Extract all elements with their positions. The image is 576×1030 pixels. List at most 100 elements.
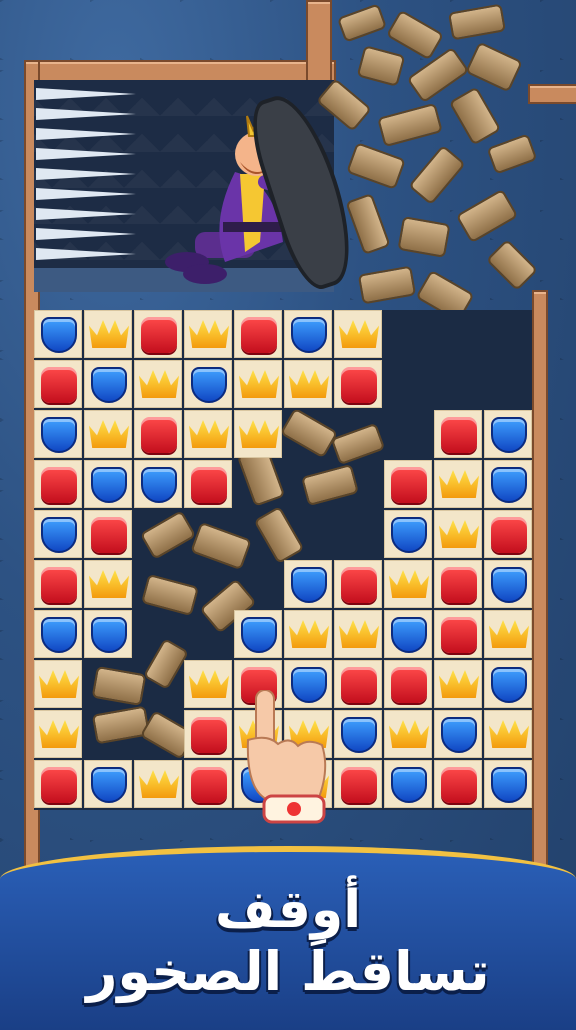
- board-cell[interactable]: [134, 310, 182, 358]
- board-cell[interactable]: [484, 410, 532, 458]
- gold-crown-icon: [189, 320, 229, 348]
- board-cell[interactable]: [434, 460, 482, 508]
- board-cell[interactable]: [34, 310, 82, 358]
- board-cell[interactable]: [434, 610, 482, 658]
- blue-shield-icon: [141, 467, 177, 503]
- board-cell[interactable]: [184, 310, 232, 358]
- banner-title-line2: تساقطَ الصخور: [86, 940, 490, 1003]
- board-cell[interactable]: [34, 710, 82, 758]
- red-gem-icon: [341, 667, 377, 703]
- board-cell[interactable]: [484, 760, 532, 808]
- blue-shield-icon: [191, 367, 227, 403]
- board-cell[interactable]: [334, 610, 382, 658]
- red-gem-icon: [41, 367, 77, 403]
- board-cell[interactable]: [134, 410, 182, 458]
- board-cell[interactable]: [84, 610, 132, 658]
- board-cell[interactable]: [184, 660, 232, 708]
- board-cell[interactable]: [134, 460, 182, 508]
- blue-shield-icon: [91, 617, 127, 653]
- board-cell[interactable]: [384, 460, 432, 508]
- board-cell[interactable]: [34, 410, 82, 458]
- red-gem-icon: [191, 767, 227, 803]
- board-cell[interactable]: [334, 710, 382, 758]
- board-cell[interactable]: [34, 460, 82, 508]
- board-cell[interactable]: [284, 560, 332, 608]
- board-cell[interactable]: [384, 560, 432, 608]
- board-cell[interactable]: [384, 510, 432, 558]
- red-gem-icon: [41, 767, 77, 803]
- blue-shield-icon: [341, 717, 377, 753]
- blue-shield-icon: [41, 417, 77, 453]
- red-gem-icon: [391, 467, 427, 503]
- board-cell[interactable]: [484, 610, 532, 658]
- blue-shield-icon: [91, 767, 127, 803]
- board-cell[interactable]: [434, 510, 482, 558]
- board-cell[interactable]: [484, 510, 532, 558]
- board-cell[interactable]: [84, 460, 132, 508]
- blue-shield-icon: [491, 417, 527, 453]
- board-cell[interactable]: [434, 760, 482, 808]
- board-cell[interactable]: [484, 460, 532, 508]
- blue-shield-icon: [91, 367, 127, 403]
- red-gem-icon: [141, 417, 177, 453]
- board-cell[interactable]: [184, 760, 232, 808]
- board-cell[interactable]: [434, 410, 482, 458]
- board-cell[interactable]: [34, 510, 82, 558]
- red-gem-icon: [241, 317, 277, 353]
- board-cell[interactable]: [384, 710, 432, 758]
- board-cell[interactable]: [234, 410, 282, 458]
- gold-crown-icon: [239, 420, 279, 448]
- board-cell[interactable]: [234, 310, 282, 358]
- board-cell[interactable]: [184, 410, 232, 458]
- gold-crown-icon: [439, 520, 479, 548]
- board-cell[interactable]: [84, 410, 132, 458]
- board-cell[interactable]: [384, 760, 432, 808]
- board-cell[interactable]: [334, 660, 382, 708]
- board-cell[interactable]: [484, 710, 532, 758]
- board-cell[interactable]: [184, 460, 232, 508]
- board-cell[interactable]: [334, 360, 382, 408]
- board-cell[interactable]: [484, 560, 532, 608]
- board-cell[interactable]: [34, 610, 82, 658]
- board-cell[interactable]: [134, 760, 182, 808]
- red-gem-icon: [191, 467, 227, 503]
- board-cell[interactable]: [434, 660, 482, 708]
- blue-shield-icon: [291, 567, 327, 603]
- board-cell[interactable]: [184, 360, 232, 408]
- board-cell[interactable]: [484, 660, 532, 708]
- blue-shield-icon: [41, 517, 77, 553]
- board-cell[interactable]: [334, 760, 382, 808]
- board-cell[interactable]: [84, 560, 132, 608]
- blue-shield-icon: [491, 767, 527, 803]
- gold-crown-icon: [439, 670, 479, 698]
- board-cell[interactable]: [384, 610, 432, 658]
- red-gem-icon: [41, 467, 77, 503]
- red-gem-icon: [491, 517, 527, 553]
- board-cell[interactable]: [84, 760, 132, 808]
- board-cell[interactable]: [34, 660, 82, 708]
- board-cell[interactable]: [184, 710, 232, 758]
- board-cell[interactable]: [434, 560, 482, 608]
- board-cell[interactable]: [34, 760, 82, 808]
- board-cell[interactable]: [384, 660, 432, 708]
- board-cell[interactable]: [234, 360, 282, 408]
- red-gem-icon: [341, 367, 377, 403]
- board-cell[interactable]: [34, 360, 82, 408]
- board-cell[interactable]: [84, 510, 132, 558]
- board-cell[interactable]: [234, 610, 282, 658]
- board-cell[interactable]: [134, 360, 182, 408]
- board-cell[interactable]: [84, 310, 132, 358]
- red-gem-icon: [341, 567, 377, 603]
- board-cell[interactable]: [84, 360, 132, 408]
- blue-shield-icon: [41, 617, 77, 653]
- board-cell[interactable]: [434, 710, 482, 758]
- board-cell[interactable]: [284, 310, 332, 358]
- board-cell[interactable]: [34, 560, 82, 608]
- board-cell[interactable]: [334, 560, 382, 608]
- board-cell[interactable]: [284, 610, 332, 658]
- board-cell[interactable]: [334, 310, 382, 358]
- board-cell[interactable]: [284, 360, 332, 408]
- gold-crown-icon: [239, 370, 279, 398]
- gold-crown-icon: [289, 620, 329, 648]
- red-gem-icon: [441, 767, 477, 803]
